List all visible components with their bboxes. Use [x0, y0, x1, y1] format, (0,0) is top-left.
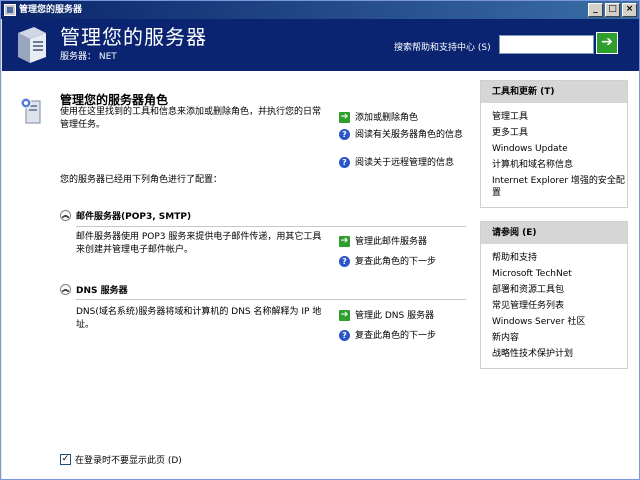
search-label: 搜索帮助和支持中心 (S) — [394, 43, 491, 53]
link-whats-new[interactable]: 新内容 — [492, 330, 627, 346]
server-app-icon — [4, 4, 16, 16]
minimize-button[interactable]: _ — [588, 3, 603, 17]
link-technet[interactable]: Microsoft TechNet — [492, 266, 627, 282]
review-next-steps-link[interactable]: ? 复查此角色的下一步 — [339, 256, 436, 268]
dont-show-at-logon[interactable]: ✓ 在登录时不要显示此页 (D) — [60, 453, 182, 466]
mail-server-role-header[interactable]: ︽ 邮件服务器(POP3, SMTP) — [60, 209, 191, 222]
server-roles-icon — [20, 97, 41, 124]
green-arrow-icon: ➔ — [339, 112, 350, 123]
role-description: DNS(域名系统)服务器将域和计算机的 DNS 名称解释为 IP 地址。 — [76, 307, 322, 330]
action-label: 管理此 DNS 服务器 — [355, 311, 435, 321]
link-stpp[interactable]: 战略性技术保护计划 — [492, 346, 627, 362]
collapse-icon[interactable]: ︽ — [60, 210, 71, 221]
configured-roles-text: 您的服务器已经用下列角色进行了配置： — [60, 175, 223, 185]
role-name: 邮件服务器(POP3, SMTP) — [76, 212, 192, 222]
review-next-steps-link[interactable]: ? 复查此角色的下一步 — [339, 330, 436, 342]
green-arrow-icon: ➔ — [339, 236, 350, 247]
manage-dns-server-link[interactable]: ➔ 管理此 DNS 服务器 — [339, 310, 434, 322]
help-icon: ? — [339, 129, 350, 140]
app-window: 管理您的服务器 _ □ × 管理您的服务器 服务器： NET 搜索帮助和支持中心… — [0, 0, 640, 480]
link-server-community[interactable]: Windows Server 社区 — [492, 314, 627, 330]
green-arrow-icon: ➔ — [339, 310, 350, 321]
link-common-tasks[interactable]: 常见管理任务列表 — [492, 298, 627, 314]
server-tower-icon — [18, 27, 46, 63]
go-arrow-icon: ➔ — [601, 34, 613, 50]
action-label: 复查此角色的下一步 — [355, 331, 437, 341]
window-title: 管理您的服务器 — [19, 5, 83, 15]
window-controls: _ □ × — [588, 3, 637, 17]
help-icon: ? — [339, 256, 350, 267]
action-label: 复查此角色的下一步 — [355, 257, 437, 267]
section-divider — [76, 226, 466, 227]
page-title: 管理您的服务器 — [60, 25, 207, 49]
role-description: 邮件服务器使用 POP3 服务来提供电子邮件传递，用其它工具来创建并管理电子邮件… — [76, 232, 322, 255]
link-more-tools[interactable]: 更多工具 — [492, 125, 627, 141]
link-ie-esc[interactable]: Internet Explorer 增强的安全配置 — [492, 173, 627, 201]
search-input[interactable] — [499, 35, 594, 54]
link-windows-update[interactable]: Windows Update — [492, 141, 627, 157]
help-icon: ? — [339, 157, 350, 168]
read-about-remote-admin-link[interactable]: ? 阅读关于远程管理的信息 — [339, 157, 454, 169]
see-also-title: 请参阅 (E) — [481, 222, 627, 244]
role-name: DNS 服务器 — [76, 286, 128, 296]
action-label: 阅读有关服务器角色的信息 — [355, 130, 464, 140]
server-name: 服务器： NET — [60, 52, 117, 62]
action-label: 管理此邮件服务器 — [355, 237, 428, 247]
manage-mail-server-link[interactable]: ➔ 管理此邮件服务器 — [339, 236, 427, 248]
add-remove-role-link[interactable]: ➔ 添加或删除角色 — [339, 112, 418, 124]
maximize-button[interactable]: □ — [605, 3, 620, 17]
content-area: 管理您的服务器角色 使用在这里找到的工具和信息来添加或删除角色，并执行您的日常管… — [2, 71, 639, 479]
tools-panel-title: 工具和更新 (T) — [481, 81, 627, 103]
section-divider — [76, 299, 466, 300]
action-label: 阅读关于远程管理的信息 — [355, 158, 455, 168]
tools-updates-panel: 工具和更新 (T) 管理工具 更多工具 Windows Update 计算机和域… — [480, 80, 628, 208]
link-computer-domain-info[interactable]: 计算机和域名称信息 — [492, 157, 627, 173]
action-label: 添加或删除角色 — [355, 113, 419, 123]
header-banner: 管理您的服务器 服务器： NET 搜索帮助和支持中心 (S) ➔ — [2, 19, 639, 71]
dont-show-label: 在登录时不要显示此页 (D) — [75, 456, 182, 466]
link-help-support[interactable]: 帮助和支持 — [492, 250, 627, 266]
main-panel: 管理您的服务器角色 使用在这里找到的工具和信息来添加或删除角色，并执行您的日常管… — [2, 71, 472, 479]
see-also-panel: 请参阅 (E) 帮助和支持 Microsoft TechNet 部署和资源工具包… — [480, 221, 628, 369]
roles-description: 使用在这里找到的工具和信息来添加或删除角色，并执行您的日常管理任务。 — [60, 107, 322, 130]
link-admin-tools[interactable]: 管理工具 — [492, 109, 627, 125]
search-go-button[interactable]: ➔ — [596, 32, 618, 54]
collapse-icon[interactable]: ︽ — [60, 284, 71, 295]
title-bar[interactable]: 管理您的服务器 _ □ × — [1, 1, 639, 19]
dont-show-checkbox[interactable]: ✓ — [60, 454, 71, 465]
dns-server-role-header[interactable]: ︽ DNS 服务器 — [60, 283, 128, 296]
read-about-roles-link[interactable]: ? 阅读有关服务器角色的信息 — [339, 129, 469, 141]
link-resource-kit[interactable]: 部署和资源工具包 — [492, 282, 627, 298]
help-icon: ? — [339, 330, 350, 341]
close-button[interactable]: × — [622, 3, 637, 17]
